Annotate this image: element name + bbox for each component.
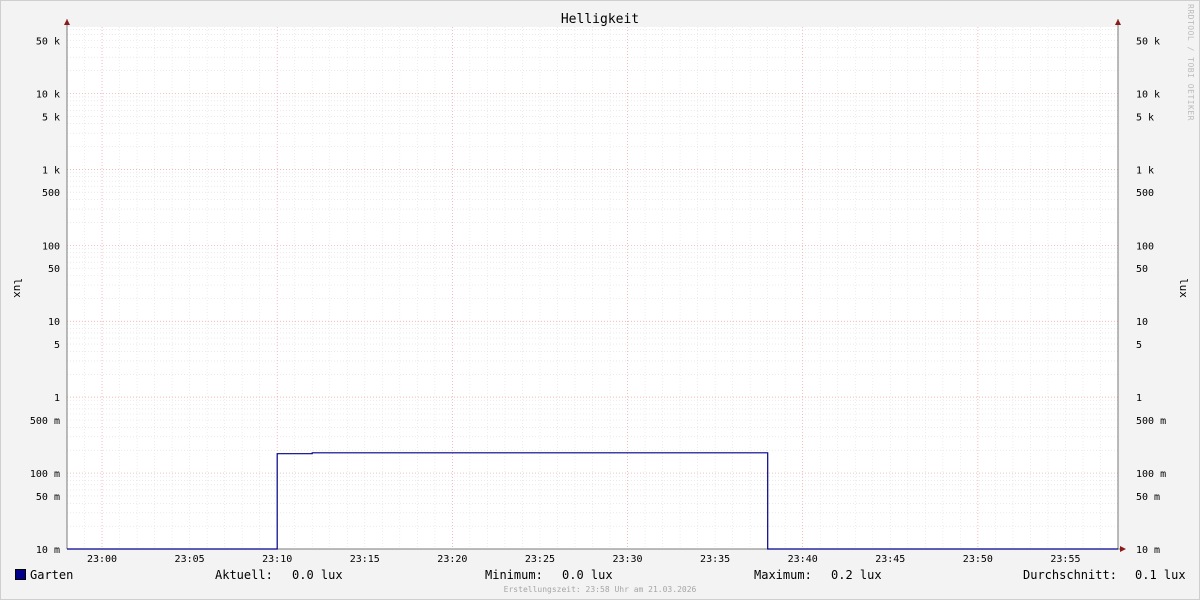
y-tick-label-left: 10 k	[36, 89, 60, 100]
y-tick-label-right: 500	[1136, 188, 1154, 199]
y-tick-label-left: 1 k	[42, 165, 60, 176]
x-tick-label: 23:40	[788, 554, 818, 565]
y-axis-label-left: lux	[11, 278, 24, 298]
x-tick-label: 23:05	[175, 554, 205, 565]
stat-max-label: Maximum:	[754, 568, 812, 582]
y-tick-label-right: 100	[1136, 241, 1154, 252]
x-tick-label: 23:30	[612, 554, 642, 565]
y-tick-label-right: 100 m	[1136, 469, 1166, 480]
chart-canvas: 50 k 50 k 10 k 10 k 5 k 5 k 1 k 1 k 500 500 100 100…	[11, 12, 1190, 565]
x-tick-label: 23:50	[963, 554, 993, 565]
y-tick-label-left: 10 m	[36, 545, 60, 556]
y-tick-label-right: 1	[1136, 393, 1142, 404]
y-tick-label-left: 50 k	[36, 36, 60, 47]
y-tick-label-left: 500 m	[30, 416, 60, 427]
y-tick-label-left: 10	[48, 317, 60, 328]
y-tick-label-left: 100	[42, 241, 60, 252]
x-tick-label: 23:15	[350, 554, 380, 565]
legend: Garten Aktuell: 0.0 lux Minimum: 0.0 lux…	[0, 567, 1200, 585]
x-axis-arrow	[1120, 546, 1126, 552]
x-tick-label: 23:45	[875, 554, 905, 565]
stat-avg-label: Durchschnitt:	[1023, 568, 1117, 582]
legend-series-name: Garten	[30, 568, 74, 582]
stat-current-label: Aktuell:	[215, 568, 273, 582]
y-tick-label-left: 50 m	[36, 492, 60, 503]
chart-title: Helligkeit	[561, 12, 639, 27]
y-tick-label-left: 50	[48, 264, 60, 275]
stat-avg-value: 0.1 lux	[1135, 568, 1186, 582]
legend-swatch	[15, 569, 26, 580]
y-tick-label-right: 5	[1136, 340, 1142, 351]
y-tick-label-right: 5 k	[1136, 112, 1154, 123]
y-tick-label-right: 10 k	[1136, 89, 1160, 100]
y-axis-left-arrow	[64, 19, 70, 25]
x-tick-label: 23:10	[262, 554, 292, 565]
y-tick-label-left: 5	[54, 340, 60, 351]
y-tick-label-right: 10	[1136, 317, 1148, 328]
stat-current-value: 0.0 lux	[292, 568, 343, 582]
stat-min-label: Minimum:	[485, 568, 543, 582]
stat-max-value: 0.2 lux	[831, 568, 882, 582]
x-tick-label: 23:35	[700, 554, 730, 565]
y-axis-right-arrow	[1115, 19, 1121, 25]
y-tick-label-left: 100 m	[30, 469, 60, 480]
stat-min-value: 0.0 lux	[562, 568, 613, 582]
x-tick-label: 23:20	[437, 554, 467, 565]
y-tick-label-left: 1	[54, 393, 60, 404]
y-tick-label-right: 10 m	[1136, 545, 1160, 556]
y-axis-label-right: lux	[1177, 278, 1190, 298]
y-tick-label-left: 500	[42, 188, 60, 199]
rrdtool-watermark: RRDTOOL / TOBI OETIKER	[1186, 4, 1195, 121]
y-tick-label-left: 5 k	[42, 112, 60, 123]
y-tick-label-right: 50 m	[1136, 492, 1160, 503]
y-tick-label-right: 1 k	[1136, 165, 1154, 176]
y-tick-label-right: 50	[1136, 264, 1148, 275]
x-tick-label: 23:25	[525, 554, 555, 565]
creation-time-footer: Erstellungszeit: 23:58 Uhr am 21.03.2026	[503, 585, 697, 594]
y-tick-label-right: 500 m	[1136, 416, 1166, 427]
y-tick-label-right: 50 k	[1136, 36, 1160, 47]
x-tick-label: 23:55	[1050, 554, 1080, 565]
x-tick-label: 23:00	[87, 554, 117, 565]
